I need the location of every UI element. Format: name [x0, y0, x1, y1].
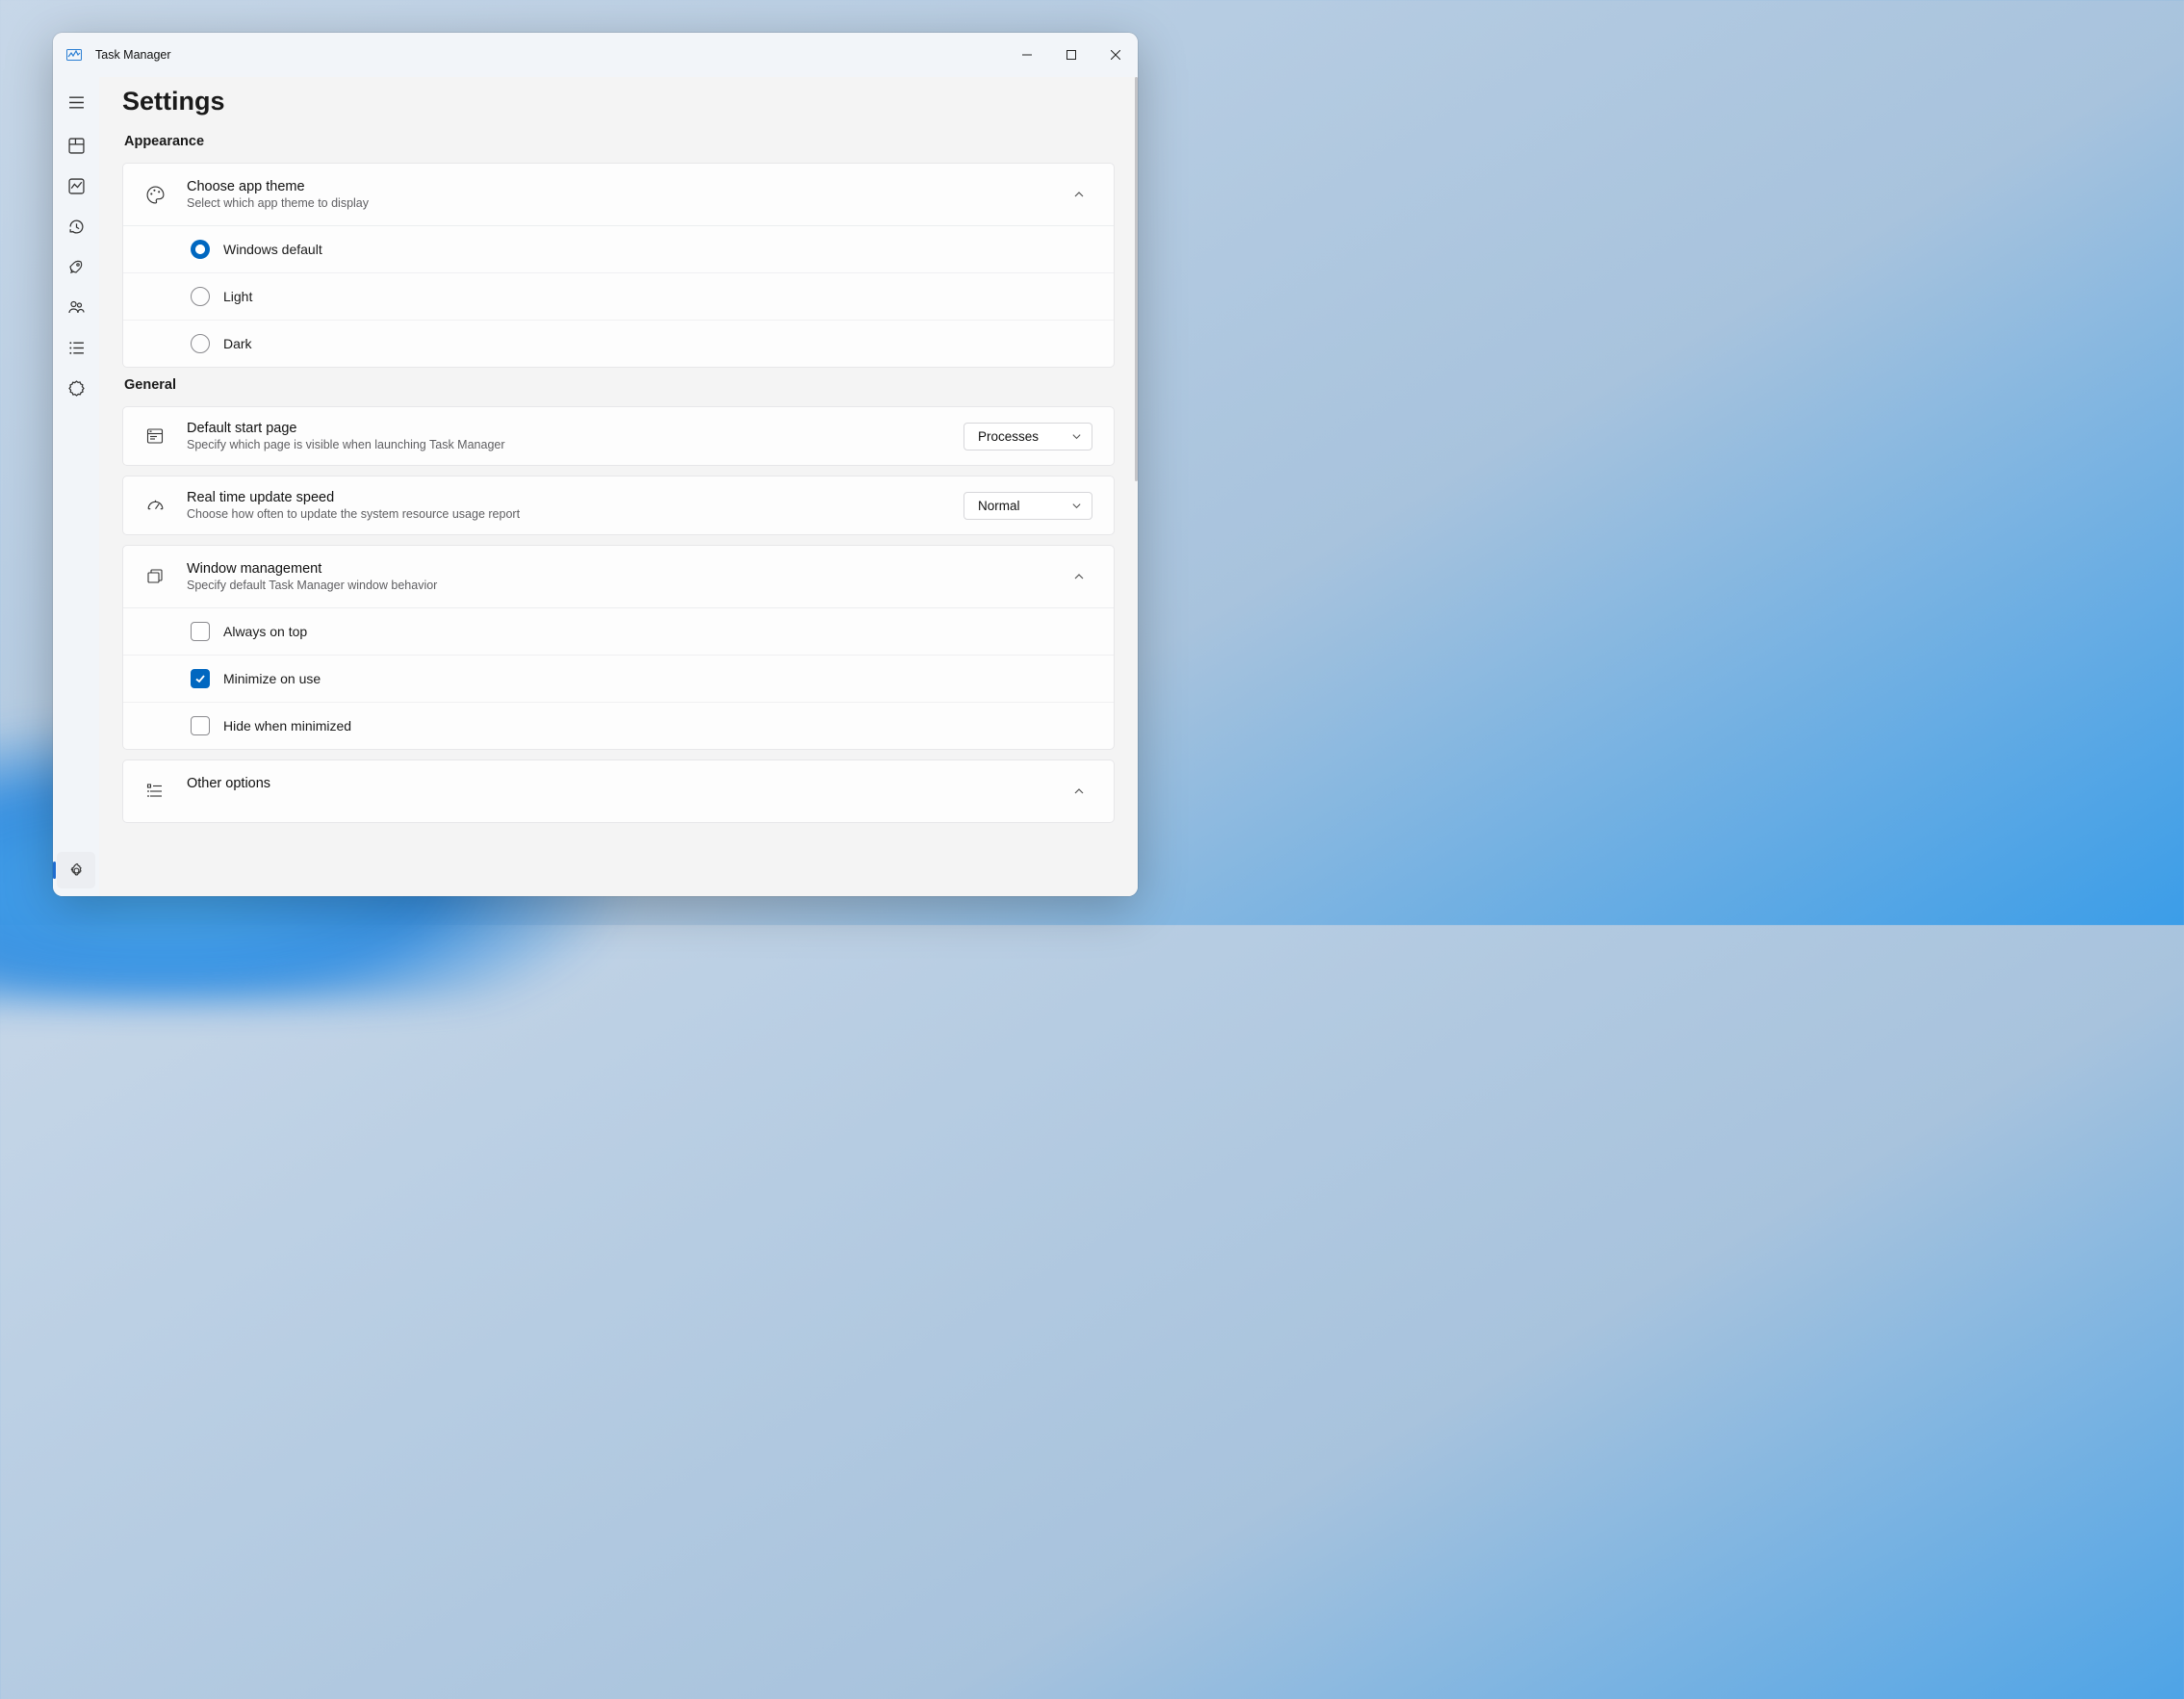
nav-details[interactable]: [57, 329, 95, 366]
update-speed-row: Real time update speed Choose how often …: [123, 476, 1114, 534]
dropdown-value: Processes: [978, 429, 1039, 444]
dropdown-value: Normal: [978, 499, 1020, 513]
update-speed-card: Real time update speed Choose how often …: [122, 476, 1115, 535]
start-page-title: Default start page: [187, 421, 942, 436]
start-page-subtitle: Specify which page is visible when launc…: [187, 438, 942, 451]
window-mgmt-title: Window management: [187, 561, 1044, 577]
nav-sidebar: [53, 77, 99, 896]
nav-services[interactable]: [57, 370, 95, 406]
checkbox-icon: [191, 622, 210, 641]
window-mgmt-subtitle: Specify default Task Manager window beha…: [187, 579, 1044, 592]
option-hide-when-minimized[interactable]: Hide when minimized: [123, 702, 1114, 749]
chevron-down-icon: [1071, 431, 1082, 442]
page-icon: [144, 425, 166, 447]
start-page-dropdown[interactable]: Processes: [964, 423, 1092, 450]
window-mgmt-header[interactable]: Window management Specify default Task M…: [123, 546, 1114, 607]
other-options-header[interactable]: Other options: [123, 760, 1114, 822]
nav-users[interactable]: [57, 289, 95, 325]
chevron-up-icon: [1066, 189, 1092, 200]
radio-label: Windows default: [223, 242, 322, 257]
nav-processes[interactable]: [57, 127, 95, 164]
window-title: Task Manager: [95, 48, 171, 62]
page-title: Settings: [122, 87, 1115, 116]
radio-icon: [191, 334, 210, 353]
theme-title: Choose app theme: [187, 179, 1044, 194]
nav-performance[interactable]: [57, 167, 95, 204]
checkbox-label: Minimize on use: [223, 671, 321, 686]
radio-label: Light: [223, 289, 252, 304]
window-mgmt-card: Window management Specify default Task M…: [122, 545, 1115, 750]
chevron-up-icon: [1066, 785, 1092, 797]
other-options-title: Other options: [187, 776, 1044, 791]
option-always-on-top[interactable]: Always on top: [123, 608, 1114, 655]
theme-header[interactable]: Choose app theme Select which app theme …: [123, 164, 1114, 225]
checkbox-icon: [191, 716, 210, 735]
radio-icon: [191, 287, 210, 306]
task-manager-window: Task Manager: [53, 33, 1138, 896]
hamburger-button[interactable]: [57, 83, 95, 121]
update-speed-subtitle: Choose how often to update the system re…: [187, 507, 942, 521]
theme-card: Choose app theme Select which app theme …: [122, 163, 1115, 368]
palette-icon: [144, 184, 166, 205]
app-icon: [66, 47, 82, 63]
nav-startup-apps[interactable]: [57, 248, 95, 285]
minimize-button[interactable]: [1005, 33, 1049, 77]
nav-settings[interactable]: [57, 852, 95, 888]
gauge-icon: [144, 495, 166, 516]
start-page-card: Default start page Specify which page is…: [122, 406, 1115, 466]
close-button[interactable]: [1093, 33, 1138, 77]
theme-option-light[interactable]: Light: [123, 272, 1114, 320]
list-settings-icon: [144, 781, 166, 802]
windows-icon: [144, 566, 166, 587]
section-general-heading: General: [124, 377, 1115, 393]
checkbox-label: Always on top: [223, 624, 307, 639]
checkbox-label: Hide when minimized: [223, 718, 351, 734]
option-minimize-on-use[interactable]: Minimize on use: [123, 655, 1114, 702]
scrollbar-thumb[interactable]: [1135, 77, 1138, 481]
chevron-down-icon: [1071, 501, 1082, 511]
update-speed-dropdown[interactable]: Normal: [964, 492, 1092, 520]
section-appearance-heading: Appearance: [124, 134, 1115, 149]
other-options-subtitle: [187, 793, 1044, 807]
nav-app-history[interactable]: [57, 208, 95, 245]
chevron-up-icon: [1066, 571, 1092, 582]
other-options-card: Other options: [122, 759, 1115, 823]
radio-label: Dark: [223, 336, 252, 351]
maximize-button[interactable]: [1049, 33, 1093, 77]
titlebar[interactable]: Task Manager: [53, 33, 1138, 77]
start-page-row: Default start page Specify which page is…: [123, 407, 1114, 465]
settings-content: Settings Appearance Choose app theme Sel…: [99, 77, 1138, 896]
theme-option-dark[interactable]: Dark: [123, 320, 1114, 367]
update-speed-title: Real time update speed: [187, 490, 942, 505]
theme-subtitle: Select which app theme to display: [187, 196, 1044, 210]
theme-option-windows-default[interactable]: Windows default: [123, 226, 1114, 272]
radio-icon: [191, 240, 210, 259]
checkbox-icon: [191, 669, 210, 688]
